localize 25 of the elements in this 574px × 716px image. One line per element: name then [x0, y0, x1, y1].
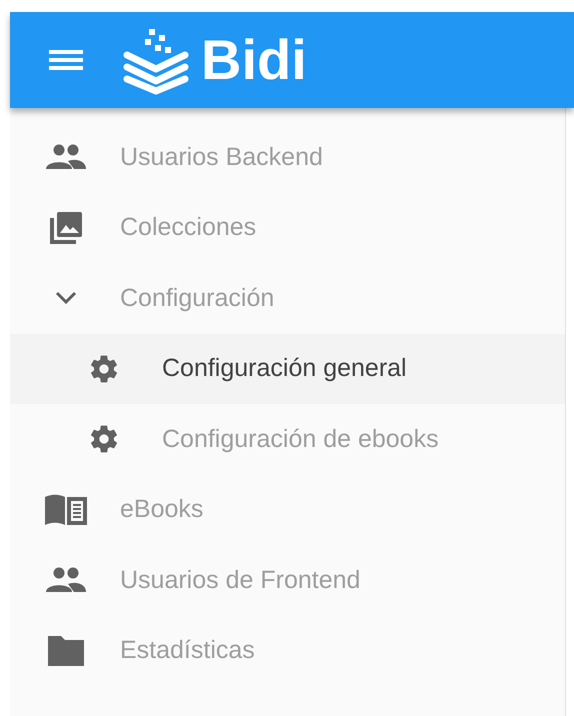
menu-item[interactable]: Estadísticas [10, 616, 565, 686]
menu-item[interactable]: Usuarios de Frontend [10, 545, 565, 616]
menu-item[interactable]: Colecciones [10, 192, 565, 263]
settings-icon [88, 352, 120, 385]
settings-icon [88, 423, 120, 456]
chevron-down-icon [55, 291, 77, 306]
menu-label: Estadísticas [120, 635, 255, 666]
image-stack-icon [48, 210, 84, 246]
folder-icon [46, 634, 86, 668]
book-icon [45, 492, 87, 527]
people-icon [46, 143, 86, 172]
menu-item[interactable]: Usuarios Backend [10, 122, 565, 192]
people-icon [46, 566, 86, 594]
menu-item[interactable]: Configuración [10, 263, 565, 334]
menu-label: Usuarios de Frontend [120, 564, 360, 596]
menu-item[interactable]: Configuración general [10, 334, 565, 404]
menu-label: Colecciones [120, 212, 256, 243]
menu-label: Configuración general [162, 353, 407, 384]
menu-label: Configuración de ebooks [162, 424, 439, 454]
menu-label: Usuarios Backend [120, 142, 323, 172]
brand-name: Bidi [201, 32, 307, 88]
menu-label: eBooks [120, 494, 204, 525]
menu-label: Configuración [120, 282, 274, 314]
menu-item[interactable]: eBooks [10, 474, 565, 545]
menu-item[interactable]: Configuración de ebooks [10, 404, 565, 474]
